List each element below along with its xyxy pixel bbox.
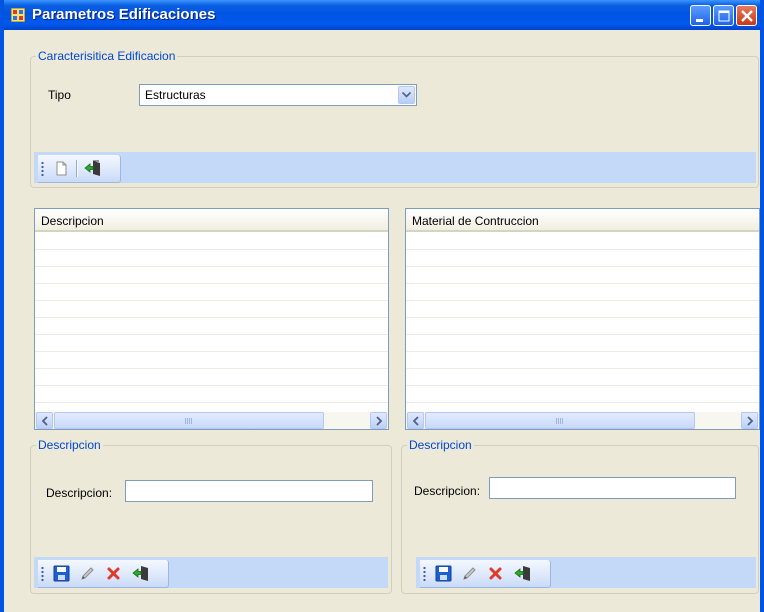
scroll-right-button[interactable] [741, 412, 758, 429]
descripcion-legend-left: Descripcion [38, 438, 101, 452]
window-title: Parametros Edificaciones [32, 6, 216, 23]
descripcion-list[interactable]: Descripcion [34, 208, 389, 430]
exit-door-icon[interactable] [132, 564, 151, 583]
right-edit-toolstrip [416, 557, 756, 588]
tipo-label: Tipo [48, 88, 71, 102]
material-horizontal-scrollbar[interactable] [406, 412, 759, 429]
delete-x-icon[interactable] [486, 564, 505, 583]
chevron-down-icon [402, 92, 411, 98]
descripcion-label-right: Descripcion: [414, 484, 481, 498]
tipo-dropdown-button[interactable] [398, 86, 415, 104]
app-icon [11, 8, 25, 22]
descripcion-input-left[interactable] [125, 480, 373, 502]
main-window: Parametros Edificaciones Caracterisitica… [0, 0, 764, 612]
toolstrip-grip[interactable] [41, 566, 44, 582]
scroll-thumb[interactable] [54, 412, 324, 429]
toolstrip-grip[interactable] [423, 566, 426, 582]
right-edit-toolstrip-items [420, 560, 551, 588]
descripcion-horizontal-scrollbar[interactable] [35, 412, 388, 429]
descripcion-label-left: Descripcion: [46, 486, 113, 500]
caracteristica-legend: Caracterisitica Edificacion [38, 49, 176, 63]
chevron-left-icon [412, 416, 419, 426]
save-icon[interactable] [52, 564, 71, 583]
material-list[interactable]: Material de Contruccion [405, 208, 760, 430]
descripcion-column-header[interactable]: Descripcion [35, 209, 388, 232]
descripcion-input-right[interactable] [489, 477, 736, 499]
close-icon [741, 10, 753, 22]
left-edit-toolstrip-items [38, 560, 169, 588]
title-bar[interactable]: Parametros Edificaciones [4, 0, 760, 30]
delete-x-icon[interactable] [104, 564, 123, 583]
toolstrip-grip[interactable] [41, 161, 44, 177]
minimize-icon [696, 19, 703, 22]
left-edit-toolstrip [34, 557, 388, 588]
pencil-edit-icon[interactable] [460, 564, 479, 583]
toolstrip-separator [76, 160, 78, 177]
scroll-thumb[interactable] [425, 412, 695, 429]
minimize-button[interactable] [690, 5, 711, 26]
scroll-right-button[interactable] [370, 412, 387, 429]
chevron-right-icon [747, 416, 754, 426]
material-column-header[interactable]: Material de Contruccion [406, 209, 759, 232]
chevron-right-icon [376, 416, 383, 426]
tipo-combobox[interactable]: Estructuras [139, 84, 417, 106]
new-document-icon[interactable] [52, 159, 71, 178]
close-button[interactable] [736, 5, 757, 26]
descripcion-legend-right: Descripcion [409, 438, 472, 452]
top-toolstrip [34, 152, 756, 183]
maximize-button[interactable] [713, 5, 734, 26]
top-toolstrip-items [38, 155, 121, 183]
scroll-left-button[interactable] [407, 412, 424, 429]
maximize-icon [718, 10, 730, 22]
exit-door-icon[interactable] [514, 564, 533, 583]
pencil-edit-icon[interactable] [78, 564, 97, 583]
scroll-left-button[interactable] [36, 412, 53, 429]
descripcion-column-label: Descripcion [41, 214, 104, 228]
material-column-label: Material de Contruccion [412, 214, 539, 228]
chevron-left-icon [41, 416, 48, 426]
exit-door-icon[interactable] [84, 159, 103, 178]
save-icon[interactable] [434, 564, 453, 583]
tipo-selected-value: Estructuras [145, 88, 206, 102]
